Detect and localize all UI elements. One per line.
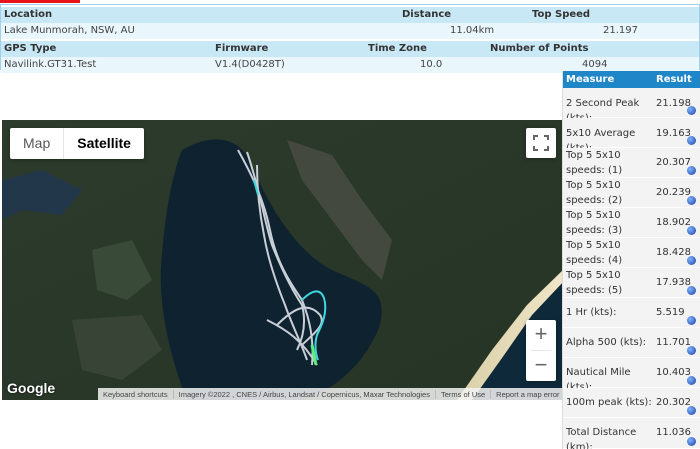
top-speed-header: Top Speed (532, 9, 591, 20)
measure-row: Top 5 5x10 speeds: (2) 20.239 (563, 178, 700, 208)
globe-icon[interactable] (687, 286, 696, 295)
time-zone-header: Time Zone (368, 43, 427, 54)
measure-label: Top 5 5x10 speeds: (5) (566, 270, 623, 296)
location-value: Lake Munmorah, NSW, AU (4, 25, 135, 36)
info-header-row-1: Location Distance Top Speed (1, 7, 699, 23)
measure-value: 21.198 (656, 98, 691, 109)
measure-label: Alpha 500 (kts): (566, 337, 646, 348)
measure-value: 20.302 (656, 397, 691, 408)
measure-row: Top 5 5x10 speeds: (4) 18.428 (563, 238, 700, 268)
zoom-in-button[interactable]: + (526, 320, 556, 350)
firmware-value: V1.4(D0428T) (215, 59, 285, 70)
globe-icon[interactable] (687, 136, 696, 145)
measure-value: 11.701 (656, 337, 691, 348)
measure-row: Nautical Mile (kts): 10.403 (563, 358, 700, 393)
globe-icon[interactable] (687, 346, 696, 355)
location-header: Location (4, 9, 53, 20)
top-speed-value: 21.197 (603, 25, 638, 36)
measure-row: Top 5 5x10 speeds: (3) 18.902 (563, 208, 700, 238)
measure-row: Top 5 5x10 speeds: (1) 20.307 (563, 148, 700, 178)
terms-of-use-link[interactable]: Terms of Use (434, 389, 490, 399)
zoom-control: + − (526, 320, 556, 381)
measure-label: Top 5 5x10 speeds: (3) (566, 210, 623, 236)
measure-value: 11.036 (656, 427, 691, 438)
map-type-satellite-button[interactable]: Satellite (63, 128, 144, 159)
measure-value: 18.428 (656, 247, 691, 258)
measure-row: 5x10 Average (kts): 19.163 (563, 118, 700, 154)
fullscreen-button[interactable] (526, 128, 556, 158)
measure-row: 100m peak (kts): 20.302 (563, 388, 700, 418)
info-value-row-1: Lake Munmorah, NSW, AU 11.04km 21.197 (1, 23, 699, 39)
distance-value: 11.04km (450, 25, 495, 36)
distance-header: Distance (402, 9, 452, 20)
imagery-credit: Imagery ©2022 , CNES / Airbus, Landsat /… (172, 389, 435, 399)
measure-row: 1 Hr (kts): 5.519 (563, 298, 700, 328)
globe-icon[interactable] (687, 106, 696, 115)
measures-header: Measure Result (563, 71, 700, 88)
fullscreen-icon (533, 135, 549, 151)
map-type-map-button[interactable]: Map (10, 128, 63, 159)
map-type-control: Map Satellite (10, 128, 144, 159)
zoom-out-button[interactable]: − (526, 351, 556, 381)
measure-label: Top 5 5x10 speeds: (4) (566, 240, 623, 266)
measures-panel: Measure Result 2 Second Peak (kts): 21.1… (562, 71, 700, 449)
google-logo[interactable]: Google (7, 380, 55, 396)
measure-value: 20.307 (656, 157, 691, 168)
red-accent-strip (0, 0, 80, 3)
measure-row: Total Distance (km): 11.036 (563, 418, 700, 449)
measure-label: 1 Hr (kts): (566, 307, 617, 318)
firmware-header: Firmware (215, 43, 269, 54)
globe-icon[interactable] (687, 406, 696, 415)
measure-value: 10.403 (656, 367, 691, 378)
measure-value: 5.519 (656, 307, 685, 318)
number-of-points-header: Number of Points (490, 43, 589, 54)
report-map-error-link[interactable]: Report a map error (490, 389, 564, 399)
globe-icon[interactable] (687, 437, 696, 446)
measure-value: 17.938 (656, 277, 691, 288)
satellite-map[interactable]: Map Satellite + − Google Keyboard shortc… (2, 120, 565, 400)
info-header-row-2: GPS Type Firmware Time Zone Number of Po… (1, 41, 699, 57)
session-info-table: Location Distance Top Speed Lake Munmora… (0, 4, 700, 73)
map-imagery[interactable] (2, 120, 565, 400)
gps-type-value: Navilink.GT31.Test (4, 59, 97, 70)
measure-row: 2 Second Peak (kts): 21.198 (563, 88, 700, 124)
measure-label: Total Distance (km): (566, 427, 637, 449)
measure-label: Top 5 5x10 speeds: (1) (566, 150, 623, 176)
map-attribution: Keyboard shortcuts Imagery ©2022 , CNES … (98, 388, 565, 400)
measure-value: 18.902 (656, 217, 691, 228)
measure-row: Alpha 500 (kts): 11.701 (563, 328, 700, 358)
time-zone-value: 10.0 (420, 59, 443, 70)
globe-icon[interactable] (687, 226, 696, 235)
globe-icon[interactable] (687, 166, 696, 175)
measure-column-header: Measure (566, 74, 615, 85)
gps-type-header: GPS Type (4, 43, 57, 54)
measure-label: Top 5 5x10 speeds: (2) (566, 180, 623, 206)
keyboard-shortcuts-link[interactable]: Keyboard shortcuts (98, 390, 173, 399)
measure-value: 20.239 (656, 187, 691, 198)
globe-icon[interactable] (687, 376, 696, 385)
measure-label: 100m peak (kts): (566, 397, 652, 408)
globe-icon[interactable] (687, 316, 696, 325)
measure-value: 19.163 (656, 128, 691, 139)
globe-icon[interactable] (687, 196, 696, 205)
result-column-header: Result (656, 74, 692, 85)
measure-row: Top 5 5x10 speeds: (5) 17.938 (563, 268, 700, 298)
globe-icon[interactable] (687, 256, 696, 265)
